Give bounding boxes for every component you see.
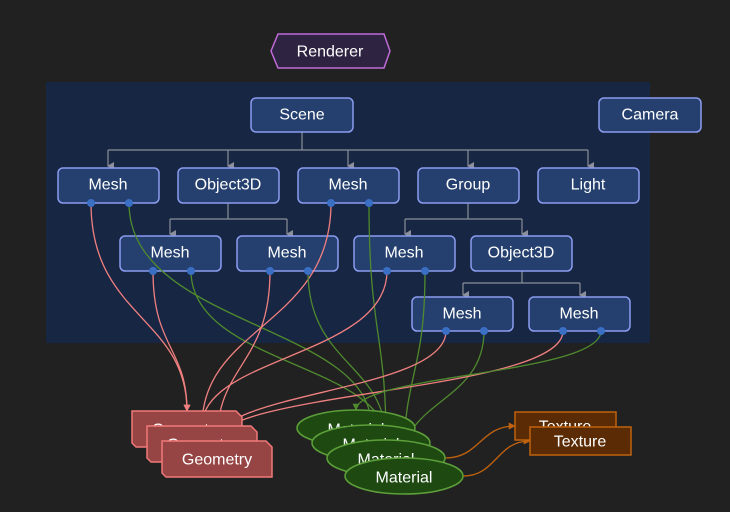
geometry-port[interactable]: [149, 267, 157, 275]
node-mesh-c[interactable]: Mesh: [119, 235, 222, 272]
geometry-port[interactable]: [87, 199, 95, 207]
object3d-a-label: Object3D: [195, 177, 262, 194]
geometry-node-3[interactable]: Geometry: [161, 440, 273, 478]
scene-node[interactable]: Scene: [250, 97, 354, 133]
material-port[interactable]: [125, 199, 133, 207]
object3d-b-label: Object3D: [488, 245, 555, 262]
material-label-4: Material: [376, 470, 433, 487]
geometry-stack: Geometry Geometry Geometry: [131, 410, 273, 478]
material-port[interactable]: [304, 267, 312, 275]
geometry-label-3: Geometry: [182, 452, 252, 469]
group-label: Group: [446, 177, 491, 194]
mesh-f-label: Mesh: [442, 306, 481, 323]
light-label: Light: [571, 177, 606, 194]
node-light[interactable]: Light: [537, 167, 640, 204]
camera-node[interactable]: Camera: [598, 97, 702, 133]
texture-node-2[interactable]: Texture: [529, 426, 632, 456]
node-mesh-f[interactable]: Mesh: [411, 296, 514, 332]
texture-label-2: Texture: [554, 434, 607, 451]
node-group[interactable]: Group: [417, 167, 520, 204]
geometry-port[interactable]: [266, 267, 274, 275]
material-port[interactable]: [187, 267, 195, 275]
scene-graph-diagram: Renderer Scene Camera Mesh Object3D Mesh…: [46, 33, 702, 495]
texture-link: [462, 437, 531, 477]
texture-stack: Texture Texture: [514, 411, 632, 456]
mesh-e-label: Mesh: [384, 245, 423, 262]
texture-link: [444, 422, 516, 459]
mesh-b-label: Mesh: [328, 177, 367, 194]
material-port[interactable]: [597, 327, 605, 335]
node-object3d-b[interactable]: Object3D: [470, 235, 573, 272]
mesh-a-label: Mesh: [88, 177, 127, 194]
renderer-node[interactable]: Renderer: [270, 33, 391, 69]
renderer-label: Renderer: [297, 44, 364, 61]
mesh-c-label: Mesh: [150, 245, 189, 262]
camera-label: Camera: [622, 107, 679, 124]
node-mesh-a[interactable]: Mesh: [57, 167, 160, 204]
node-mesh-d[interactable]: Mesh: [236, 235, 339, 272]
node-mesh-b[interactable]: Mesh: [297, 167, 400, 204]
geometry-port[interactable]: [442, 327, 450, 335]
node-mesh-g[interactable]: Mesh: [528, 296, 631, 332]
mesh-d-label: Mesh: [267, 245, 306, 262]
material-stack: Material Material Material Material: [296, 409, 464, 495]
material-port[interactable]: [421, 267, 429, 275]
material-port[interactable]: [480, 327, 488, 335]
geometry-port[interactable]: [327, 199, 335, 207]
material-node-4[interactable]: Material: [344, 457, 464, 495]
mesh-g-label: Mesh: [559, 306, 598, 323]
material-port[interactable]: [365, 199, 373, 207]
node-object3d-a[interactable]: Object3D: [177, 167, 280, 204]
geometry-port[interactable]: [559, 327, 567, 335]
scene-label: Scene: [279, 107, 324, 124]
geometry-port[interactable]: [383, 267, 391, 275]
